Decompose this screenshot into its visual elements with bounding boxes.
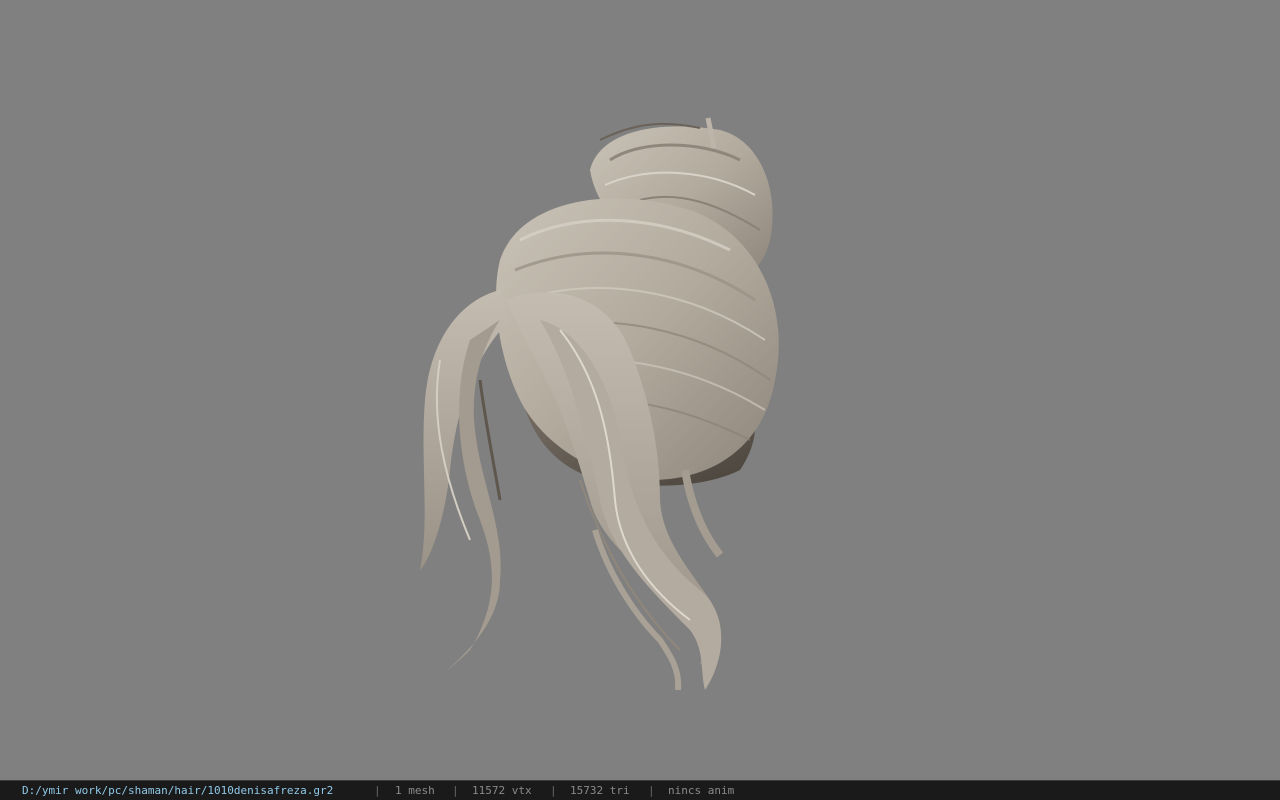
triangle-count-label: 15732 tri bbox=[570, 784, 630, 797]
file-path-label: D:/ymir work/pc/shaman/hair/1010denisafr… bbox=[22, 784, 334, 797]
status-separator: | bbox=[374, 784, 381, 797]
3d-viewport[interactable] bbox=[0, 0, 1280, 780]
vertex-count-label: 11572 vtx bbox=[472, 784, 532, 797]
hair-model-render bbox=[420, 117, 779, 691]
mesh-count-label: 1 mesh bbox=[395, 784, 435, 797]
hair-left-strands bbox=[420, 290, 510, 672]
animation-status-label: nincs anim bbox=[668, 784, 735, 797]
status-separator: | bbox=[550, 784, 557, 797]
status-separator: | bbox=[452, 784, 459, 797]
status-separator: | bbox=[648, 784, 655, 797]
status-bar: D:/ymir work/pc/shaman/hair/1010denisafr… bbox=[0, 780, 1280, 800]
